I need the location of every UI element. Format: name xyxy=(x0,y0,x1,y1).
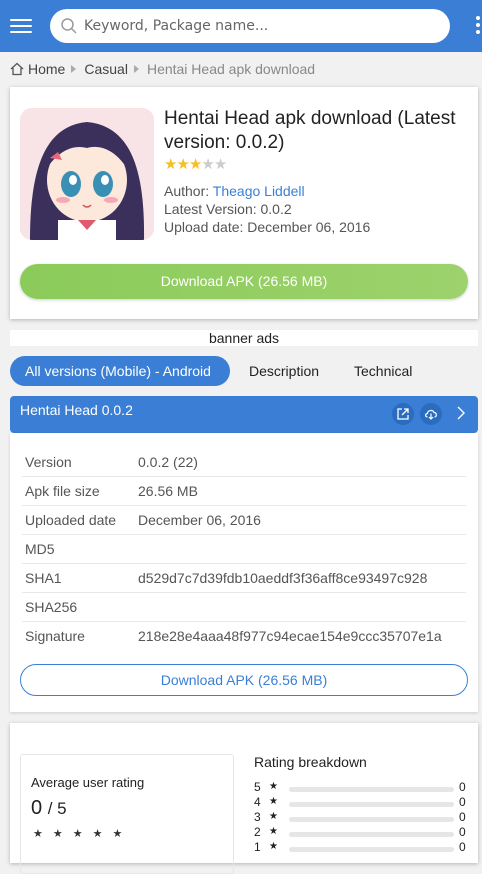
average-rating-label: Average user rating xyxy=(31,775,145,790)
breadcrumb-home[interactable]: Home xyxy=(28,61,65,77)
breakdown-star-level: 4 xyxy=(254,795,261,809)
detail-row-file-size: Apk file size 26.56 MB xyxy=(22,477,466,506)
banner-ads: banner ads xyxy=(10,330,478,346)
version-details: Version 0.0.2 (22) Apk file size 26.56 M… xyxy=(10,433,478,712)
more-options-icon[interactable] xyxy=(476,16,482,38)
rating-breakdown-row: 2 ★ 0 xyxy=(254,825,468,839)
breadcrumb: Home Casual Hentai Head apk download xyxy=(10,60,315,78)
app-upload-date: Upload date: December 06, 2016 xyxy=(164,219,371,235)
breakdown-star-level: 2 xyxy=(254,825,261,839)
top-bar xyxy=(0,0,482,52)
breakdown-bar xyxy=(289,787,454,792)
star-icon: ★ xyxy=(269,841,278,852)
app-info-card: Hentai Head apk download (Latest version… xyxy=(10,87,478,319)
breakdown-count: 0 xyxy=(459,825,466,839)
version-title: Hentai Head 0.0.2 xyxy=(20,402,133,418)
app-author: Author: Theago Liddell xyxy=(164,183,305,199)
detail-value: 26.56 MB xyxy=(138,483,198,499)
star-icon: ★ xyxy=(269,811,278,822)
hamburger-menu-icon[interactable] xyxy=(8,15,34,37)
tab-technical[interactable]: Technical xyxy=(354,356,412,386)
average-rating-value: 0 / 5 xyxy=(31,797,67,820)
average-rating-stars: ★★★★★ xyxy=(33,828,133,840)
average-rating-max: / 5 xyxy=(47,799,67,818)
detail-value: 218e28e4aaa48f977c94ecae154e9ccc35707e1a xyxy=(138,628,442,644)
detail-key: Signature xyxy=(25,628,85,644)
breakdown-bar xyxy=(289,802,454,807)
star-empty-icon: ★ xyxy=(213,156,227,173)
breakdown-count: 0 xyxy=(459,795,466,809)
tab-bar: All versions (Mobile) - Android Descript… xyxy=(10,356,480,386)
author-link[interactable]: Theago Liddell xyxy=(213,183,305,199)
chevron-right-icon[interactable] xyxy=(456,404,466,422)
breadcrumb-separator-icon xyxy=(133,65,139,73)
rating-card: Average user rating 0 / 5 ★★★★★ Rating b… xyxy=(10,723,478,874)
average-rating-number: 0 xyxy=(31,797,43,819)
author-label: Author: xyxy=(164,183,210,199)
tab-all-versions[interactable]: All versions (Mobile) - Android xyxy=(10,356,230,386)
app-rating-stars: ★★★★★ xyxy=(164,155,227,173)
open-link-icon[interactable] xyxy=(392,403,414,425)
star-icon: ★ xyxy=(269,826,278,837)
breakdown-star-level: 3 xyxy=(254,810,261,824)
search-input[interactable] xyxy=(84,14,434,38)
breakdown-count: 0 xyxy=(459,780,466,794)
average-rating-box: Average user rating 0 / 5 ★★★★★ xyxy=(20,754,234,874)
detail-key: SHA1 xyxy=(25,570,62,586)
detail-key: Uploaded date xyxy=(25,512,117,528)
breakdown-count: 0 xyxy=(459,810,466,824)
breakdown-bar xyxy=(289,832,454,837)
app-icon xyxy=(20,108,154,240)
app-latest-version: Latest Version: 0.0.2 xyxy=(164,201,292,217)
breadcrumb-current: Hentai Head apk download xyxy=(146,61,316,77)
detail-value: d529d7c7d39fdb10aeddf3f36aff8ce93497c928 xyxy=(138,570,428,586)
search-box[interactable] xyxy=(50,9,450,43)
detail-row-version: Version 0.0.2 (22) xyxy=(22,448,466,477)
star-empty-icon: ★ xyxy=(201,156,214,173)
rating-breakdown-row: 1 ★ 0 xyxy=(254,840,468,854)
detail-key: Version xyxy=(25,454,72,470)
star-filled-icon: ★ xyxy=(188,156,202,173)
breakdown-star-level: 1 xyxy=(254,840,261,854)
rating-breakdown-row: 5 ★ 0 xyxy=(254,780,468,794)
detail-row-md5: MD5 xyxy=(22,535,466,564)
breadcrumb-category[interactable]: Casual xyxy=(84,61,128,77)
version-header[interactable]: Hentai Head 0.0.2 xyxy=(10,396,478,433)
detail-row-uploaded-date: Uploaded date December 06, 2016 xyxy=(22,506,466,535)
detail-row-sha256: SHA256 xyxy=(22,593,466,622)
detail-row-signature: Signature 218e28e4aaa48f977c94ecae154e9c… xyxy=(22,622,466,651)
cloud-download-icon[interactable] xyxy=(420,403,442,425)
detail-key: Apk file size xyxy=(25,483,100,499)
breakdown-count: 0 xyxy=(459,840,466,854)
star-filled-icon: ★ xyxy=(164,156,177,173)
home-icon[interactable] xyxy=(10,62,24,76)
star-icon: ★ xyxy=(269,796,278,807)
rating-breakdown-row: 3 ★ 0 xyxy=(254,810,468,824)
detail-key: SHA256 xyxy=(25,599,78,615)
detail-value: 0.0.2 (22) xyxy=(138,454,198,470)
download-apk-button[interactable]: Download APK (26.56 MB) xyxy=(20,264,468,299)
detail-value: December 06, 2016 xyxy=(138,512,261,528)
detail-key: MD5 xyxy=(25,541,55,557)
app-title: Hentai Head apk download (Latest version… xyxy=(164,108,456,153)
download-version-button[interactable]: Download APK (26.56 MB) xyxy=(20,664,468,696)
breakdown-bar xyxy=(289,847,454,852)
tab-description[interactable]: Description xyxy=(249,356,319,386)
star-icon: ★ xyxy=(269,781,278,792)
breakdown-star-level: 5 xyxy=(254,780,261,794)
rating-breakdown-row: 4 ★ 0 xyxy=(254,795,468,809)
detail-row-sha1: SHA1 d529d7c7d39fdb10aeddf3f36aff8ce9349… xyxy=(22,564,466,593)
search-icon xyxy=(61,18,77,34)
breakdown-bar xyxy=(289,817,454,822)
rating-breakdown-title: Rating breakdown xyxy=(254,754,367,770)
breadcrumb-separator-icon xyxy=(71,65,77,73)
star-filled-icon: ★ xyxy=(176,156,189,173)
